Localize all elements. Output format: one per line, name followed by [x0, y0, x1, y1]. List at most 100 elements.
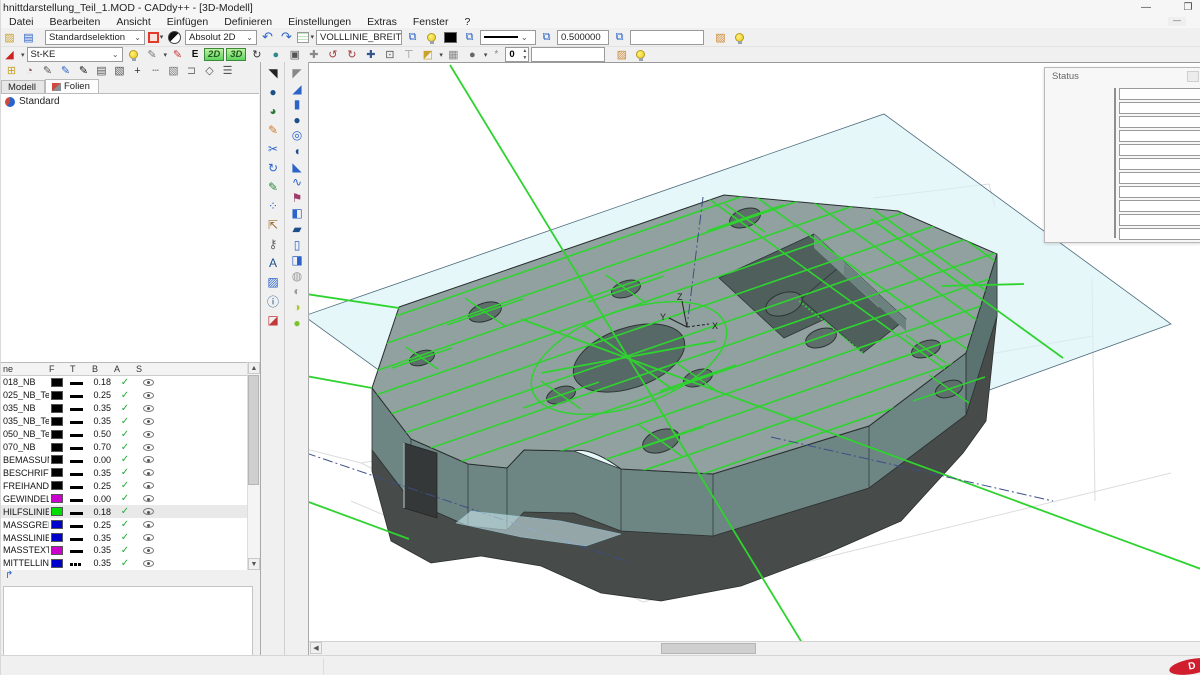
layer-active-check-icon[interactable]: ✓	[114, 493, 136, 504]
rotate-left-icon[interactable]: ↺	[324, 47, 341, 62]
bulb2-icon[interactable]	[731, 30, 748, 45]
minimize-button[interactable]: —	[1133, 2, 1159, 14]
undo-icon[interactable]: ↶	[259, 30, 276, 45]
layer-visibility-eye-icon[interactable]	[136, 392, 160, 399]
layer-visibility-eye-icon[interactable]	[136, 534, 160, 541]
select-arrow-icon[interactable]: ◥	[262, 64, 284, 82]
layer-active-check-icon[interactable]: ✓	[114, 454, 136, 465]
layer-row-018_NB[interactable]: 018_NB0.18✓	[1, 376, 247, 389]
tree-item-standard[interactable]: Standard	[1, 94, 259, 107]
layer-color-swatch[interactable]	[49, 520, 70, 529]
trim-icon[interactable]: ✂	[262, 140, 284, 158]
sphere-icon[interactable]: ●	[262, 83, 284, 101]
layer-active-check-icon[interactable]: ✓	[114, 390, 136, 401]
status-window[interactable]: Status	[1044, 67, 1200, 243]
layer-visibility-eye-icon[interactable]	[136, 482, 160, 489]
layer-visibility-eye-icon[interactable]	[136, 405, 160, 412]
extra-field2[interactable]	[531, 47, 605, 62]
layer-color-swatch[interactable]	[49, 378, 70, 387]
tab-modell[interactable]: Modell	[1, 80, 45, 93]
layer-apply-icon[interactable]: ⧉	[404, 30, 421, 45]
extra-field[interactable]	[630, 30, 704, 45]
layer-visibility-eye-icon[interactable]	[136, 508, 160, 515]
menu-item-1[interactable]: Bearbeiten	[42, 16, 109, 28]
layer-linetype[interactable]	[70, 429, 92, 439]
sketch-pencil-icon[interactable]: ✎	[262, 121, 284, 139]
scroll-up-icon[interactable]: ▲	[248, 362, 260, 374]
layer-linetype[interactable]	[70, 377, 92, 387]
layer-visibility-eye-icon[interactable]	[136, 418, 160, 425]
mdi-minimize-icon[interactable]: —	[1168, 17, 1186, 26]
grid-settings-icon[interactable]: ▾	[297, 30, 314, 45]
ke-combo[interactable]: St-KE⌄	[27, 47, 123, 62]
measure-arrow-icon[interactable]: ⇱	[262, 216, 284, 234]
scroll-down-icon[interactable]: ▼	[248, 558, 260, 570]
menu-item-6[interactable]: Extras	[359, 16, 405, 28]
table-icon[interactable]: ▤	[93, 63, 110, 78]
layer-row-GEWINDELI...[interactable]: GEWINDELI...0.00✓	[1, 492, 247, 505]
layer-color-swatch[interactable]	[49, 507, 70, 516]
color-swatch-icon[interactable]	[442, 30, 459, 45]
redo-icon[interactable]: ↷	[278, 30, 295, 45]
layer-active-check-icon[interactable]: ✓	[114, 480, 136, 491]
layer-row-025_NB_Text[interactable]: 025_NB_Text0.25✓	[1, 389, 247, 402]
save-icon[interactable]: ▤	[20, 30, 37, 45]
layer-row-MASSLINIEN[interactable]: MASSLINIEN0.35✓	[1, 531, 247, 544]
layer-active-check-icon[interactable]: ✓	[114, 377, 136, 388]
pen-tool-icon[interactable]: ✎	[144, 47, 161, 62]
layer-visibility-eye-icon[interactable]	[136, 379, 160, 386]
layer-linetype[interactable]	[70, 390, 92, 400]
eraser-icon[interactable]: ◪	[262, 311, 284, 329]
hatch-icon[interactable]: ▨	[262, 273, 284, 291]
open-file-icon[interactable]: ▨	[1, 30, 18, 45]
pattern-icon[interactable]: ▦	[445, 47, 462, 62]
layer-apply3-icon[interactable]: ⧉	[538, 30, 555, 45]
layer-color-swatch[interactable]	[49, 468, 70, 477]
layer-visibility-eye-icon[interactable]	[136, 444, 160, 451]
layer-color-swatch[interactable]	[49, 559, 70, 568]
layer-color-swatch[interactable]	[49, 430, 70, 439]
layer-color-swatch[interactable]	[49, 443, 70, 452]
layer-row-035_NB[interactable]: 035_NB0.35✓	[1, 402, 247, 415]
selection-color-icon[interactable]: ▾	[147, 30, 164, 45]
shaded-view-icon[interactable]: ●	[267, 47, 284, 62]
layer-linetype[interactable]	[70, 403, 92, 413]
layer-color-swatch[interactable]	[49, 546, 70, 555]
menu-item-0[interactable]: Datei	[1, 16, 42, 28]
crosshair-icon[interactable]: +	[129, 63, 146, 78]
selection-combo[interactable]: Standardselektion⌄	[45, 30, 145, 45]
layer-apply2-icon[interactable]: ⧉	[461, 30, 478, 45]
menu-item-3[interactable]: Einfügen	[159, 16, 216, 28]
list-icon[interactable]: ☰	[219, 63, 236, 78]
bulb-icon[interactable]	[423, 30, 440, 45]
layer-active-check-icon[interactable]: ✓	[114, 403, 136, 414]
layer-color-swatch[interactable]	[49, 391, 70, 400]
line-width-field[interactable]: 0.500000	[557, 30, 609, 45]
iso-view-icon[interactable]: ◇	[201, 63, 218, 78]
layer-active-check-icon[interactable]: ✓	[114, 558, 136, 569]
connector-icon[interactable]: ⊐	[183, 63, 200, 78]
layer-visibility-eye-icon[interactable]	[136, 560, 160, 567]
zoom-window-icon[interactable]: ▣	[286, 47, 303, 62]
h-pencil-icon[interactable]: ✎	[75, 63, 92, 78]
move-view-icon[interactable]: ✚	[362, 47, 379, 62]
layer-active-check-icon[interactable]: ✓	[114, 467, 136, 478]
pen-red-icon[interactable]: ✎	[169, 47, 186, 62]
layer-linetype[interactable]	[70, 468, 92, 478]
layer-visibility-eye-icon[interactable]	[136, 431, 160, 438]
measure-icon[interactable]: ┄	[147, 63, 164, 78]
layer-row-050_NB_Text[interactable]: 050_NB_Text0.50✓	[1, 428, 247, 441]
layer-row-035_NB_Text[interactable]: 035_NB_Text0.35✓	[1, 415, 247, 428]
key-icon[interactable]: ⚷	[262, 235, 284, 253]
layer-linetype[interactable]	[70, 442, 92, 452]
tab-folien[interactable]: Folien	[45, 79, 99, 93]
menu-item-8[interactable]: ?	[457, 16, 479, 28]
restore-button[interactable]: ❐	[1175, 2, 1200, 14]
panel-corner-icon[interactable]: ↱	[5, 570, 13, 581]
layer-active-check-icon[interactable]: ✓	[114, 429, 136, 440]
line-style-combo[interactable]: ⌄	[480, 30, 536, 45]
cube-icon[interactable]: ▧	[165, 63, 182, 78]
angle-spinner[interactable]: 0 ▲▼	[505, 47, 529, 62]
zoom-fit-icon[interactable]: ⊡	[381, 47, 398, 62]
render-cube-icon[interactable]: ◩	[419, 47, 436, 62]
